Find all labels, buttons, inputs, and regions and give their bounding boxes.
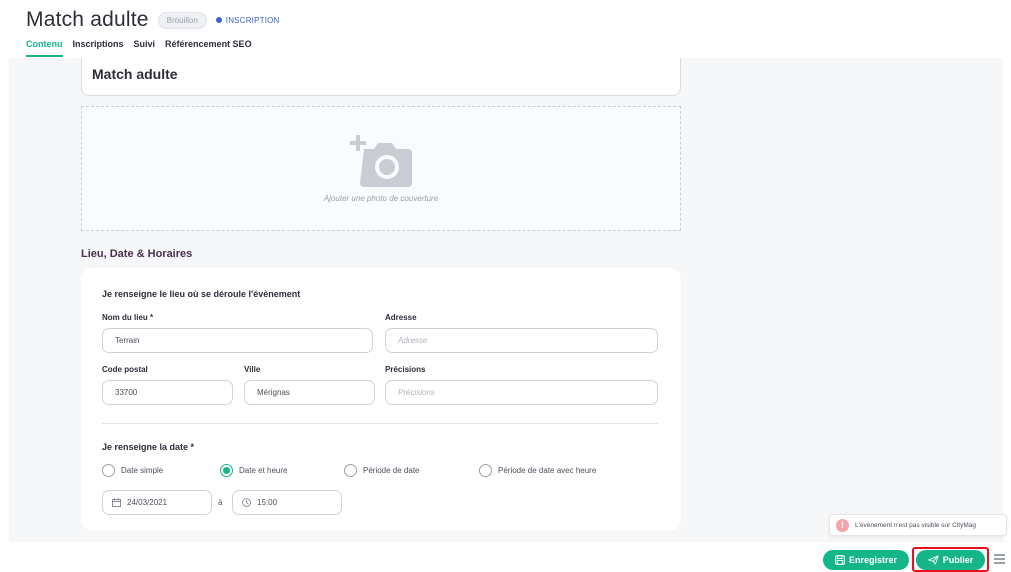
location-heading: Je renseigne le lieu où se déroule l'évè… [102,289,301,299]
postal-code-label: Code postal [102,365,148,374]
content-area[interactable]: Match adulte Ajouter une photo de couver… [9,58,1003,542]
radio-label: Date et heure [239,466,288,475]
add-photo-icon [350,135,412,187]
radio-date-et-heure[interactable]: Date et heure [220,464,287,477]
publish-highlight-outline [912,547,989,572]
radio-periode-de-date[interactable]: Période de date [344,464,420,477]
warning-icon: ! [836,518,849,532]
tab-inscriptions[interactable]: Inscriptions [73,39,124,57]
tab-contenu[interactable]: Contenu [26,39,63,57]
city-label: Ville [244,365,261,374]
address-input[interactable]: Adresse [385,328,658,353]
section-title-location: Lieu, Date & Horaires [81,248,193,260]
location-date-card: Je renseigne le lieu où se déroule l'évè… [81,268,681,531]
status-badge: INSCRIPTION [215,15,280,25]
time-input[interactable]: 15:00 [232,490,342,515]
date-heading: Je renseigne la date * [102,442,195,452]
cover-photo-label: Ajouter une photo de couverture [323,194,439,203]
postal-code-input[interactable]: 33700 [102,380,233,405]
radio-label: Période de date avec heure [498,466,597,475]
event-title-card[interactable]: Match adulte [81,58,681,96]
tab-suivi[interactable]: Suivi [134,39,156,57]
tab-referencement-seo[interactable]: Référencement SEO [165,39,252,57]
section-divider [102,423,658,424]
page-header: Match adulte Brouillon INSCRIPTION Conte… [0,0,1011,58]
radio-circle [479,464,492,477]
details-label: Précisions [385,365,426,374]
date-input[interactable]: 24/03/2021 [102,490,212,515]
radio-circle [344,464,357,477]
save-button[interactable]: Enregistrer [823,550,909,570]
event-title-field[interactable]: Match adulte [92,66,178,82]
status-badge-label: INSCRIPTION [225,15,280,25]
date-time-separator: à [218,498,223,507]
menu-icon[interactable] [994,554,1005,564]
radio-label: Date simple [121,466,164,475]
page-title: Match adulte [26,8,149,31]
radio-circle [220,464,233,477]
status-dot-icon [215,17,222,23]
draft-badge: Brouillon [157,11,207,29]
visibility-toast: ! L'évènement n'est pas visible sur City… [829,514,1007,536]
radio-date-simple[interactable]: Date simple [102,464,163,477]
city-input[interactable]: Mérignas [244,380,375,405]
date-value: 24/03/2021 [127,498,168,507]
save-button-label: Enregistrer [848,555,898,565]
clock-icon [242,498,251,507]
time-value: 15:00 [257,498,278,507]
address-label: Adresse [385,313,417,322]
floppy-disk-icon [835,555,845,565]
radio-circle [102,464,115,477]
venue-input[interactable]: Terrain [102,328,373,353]
tab-bar: Contenu Inscriptions Suivi Référencement… [26,39,252,57]
title-row: Match adulte Brouillon INSCRIPTION [26,8,280,32]
cover-photo-dropzone[interactable]: Ajouter une photo de couverture [81,106,681,231]
calendar-icon [112,498,121,507]
radio-periode-de-date-avec-heure[interactable]: Période de date avec heure [479,464,596,477]
toast-message: L'évènement n'est pas visible sur CityMa… [855,521,976,529]
venue-label: Nom du lieu * [102,313,154,322]
radio-label: Période de date [363,466,420,475]
details-input[interactable]: Précisions [385,380,658,405]
